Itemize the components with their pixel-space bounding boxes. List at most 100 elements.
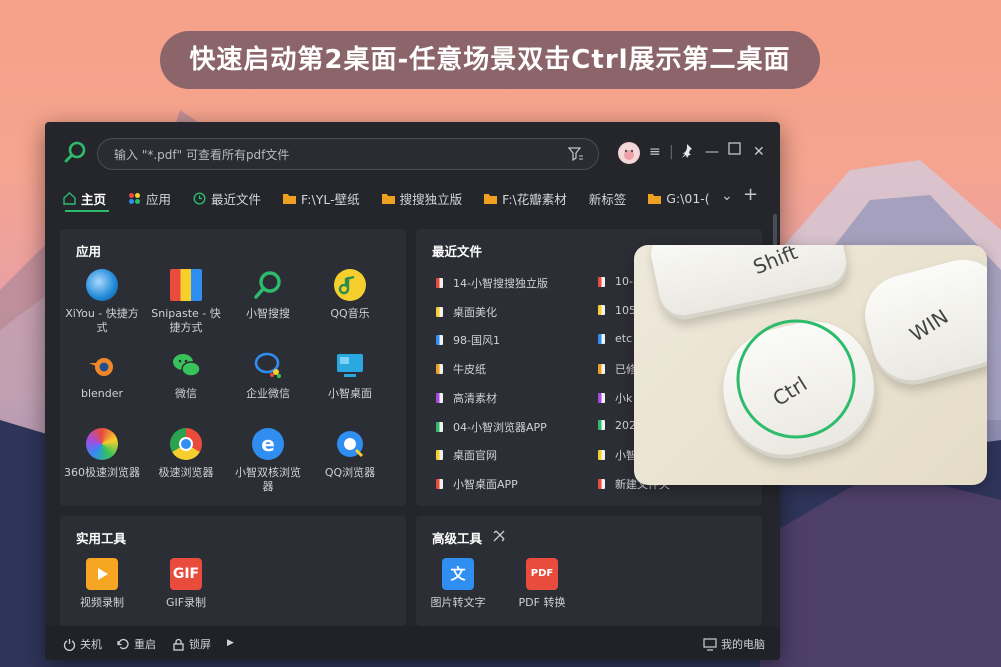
recent-file-name: 小k: [615, 391, 633, 405]
file-icon: [436, 306, 443, 317]
folder-icon: [484, 193, 498, 204]
app-xiaozhi-desktop[interactable]: 小智桌面: [312, 349, 388, 401]
app-qq-browser[interactable]: QQ浏览器: [312, 428, 388, 480]
file-icon: [598, 364, 605, 375]
recent-file-name: 桌面美化: [453, 305, 497, 319]
app-label: 微信: [175, 387, 197, 400]
panel-title: 应用: [76, 244, 102, 259]
tool-label: 图片转文字: [430, 596, 486, 609]
app-dual-core-browser[interactable]: e 小智双核浏览器: [230, 428, 306, 494]
close-icon[interactable]: ✕: [753, 144, 765, 160]
file-icon: [598, 276, 605, 287]
recent-file-item[interactable]: 桌面官网: [436, 447, 497, 463]
recent-file-item[interactable]: 桌面美化: [436, 304, 497, 320]
recent-file-item[interactable]: etc: [598, 332, 632, 345]
folder-icon: [648, 193, 662, 204]
tools-panel: 实用工具 视频录制 GIF GIF录制: [60, 516, 406, 626]
app-fast-browser[interactable]: 极速浏览器: [148, 428, 224, 480]
restart-button[interactable]: 重启: [117, 636, 156, 652]
expand-arrow-icon[interactable]: ▶: [227, 638, 234, 648]
file-icon: [436, 335, 443, 346]
tool-pdf-convert[interactable]: PDF PDF 转换: [504, 558, 580, 610]
recent-file-item[interactable]: 105: [598, 304, 636, 317]
tab-new[interactable]: 新标签: [589, 186, 627, 210]
tool-video-record[interactable]: 视频录制: [64, 558, 140, 610]
recent-file-item[interactable]: 已修: [598, 361, 637, 377]
recent-file-item[interactable]: 04-小智浏览器APP: [436, 419, 547, 435]
ie-browser-icon: e: [252, 428, 284, 460]
tools-settings-icon[interactable]: [492, 528, 506, 547]
recent-file-item[interactable]: 202: [598, 419, 636, 432]
recent-file-item[interactable]: 14-小智搜搜独立版: [436, 275, 548, 291]
panel-title: 高级工具: [432, 531, 483, 546]
recent-file-name: 04-小智浏览器APP: [453, 420, 547, 434]
footer-label: 关机: [80, 638, 102, 651]
qqbrowser-icon: [334, 428, 366, 460]
video-record-icon: [86, 558, 118, 590]
tab-folder-huaban[interactable]: F:\花瓣素材: [484, 186, 567, 210]
tab-label: F:\花瓣素材: [502, 191, 567, 207]
app-qqmusic[interactable]: QQ音乐: [312, 269, 388, 321]
recent-file-item[interactable]: 10-: [598, 275, 633, 288]
tab-label: 最近文件: [211, 191, 262, 207]
footer-label: 锁屏: [189, 638, 211, 651]
file-icon: [436, 450, 443, 461]
ctrl-highlight-ring: [736, 319, 856, 439]
tab-home[interactable]: 主页: [63, 186, 106, 210]
maximize-icon[interactable]: [728, 142, 741, 159]
filter-icon[interactable]: [567, 146, 584, 165]
shift-key: Shift: [646, 245, 852, 324]
browser360-icon: [86, 428, 118, 460]
app-snipaste[interactable]: Snipaste - 快捷方式: [148, 269, 224, 335]
pdf-icon: PDF: [526, 558, 558, 590]
footer-label: 我的电脑: [721, 638, 765, 651]
pin-icon[interactable]: [681, 144, 693, 162]
tab-label: G:\01-(: [666, 190, 710, 206]
app-label: 小智双核浏览器: [235, 466, 301, 493]
recent-file-name: 202: [615, 418, 636, 432]
search-logo-icon[interactable]: [63, 140, 87, 168]
recent-file-item[interactable]: 小智: [598, 447, 637, 463]
avatar[interactable]: [618, 142, 640, 164]
tab-folder-search[interactable]: 搜搜独立版: [381, 186, 462, 210]
recent-file-name: 10-: [615, 275, 633, 288]
folder-icon: [283, 193, 297, 204]
recent-file-item[interactable]: 小k: [598, 390, 632, 406]
folder-icon: [381, 193, 395, 204]
key-label: WIN: [905, 304, 953, 347]
snipaste-icon: [170, 269, 202, 301]
chevron-down-icon[interactable]: ⌄: [721, 188, 733, 204]
search-input[interactable]: [112, 139, 556, 171]
app-blender[interactable]: blender: [64, 349, 140, 401]
tab-label: F:\YL-壁纸: [301, 191, 360, 207]
recent-file-item[interactable]: 牛皮纸: [436, 361, 486, 377]
recent-file-name: 105: [615, 303, 636, 317]
app-xiyou[interactable]: XiYou - 快捷方式: [64, 269, 140, 335]
tab-folder-g[interactable]: G:\01-(: [648, 186, 710, 210]
minimize-icon[interactable]: —: [705, 144, 719, 160]
app-wecom[interactable]: 企业微信: [230, 349, 306, 401]
lock-button[interactable]: 锁屏: [172, 636, 211, 652]
wechat-icon: [170, 349, 202, 381]
menu-icon[interactable]: ≡: [649, 144, 661, 160]
tab-recent[interactable]: 最近文件: [193, 186, 261, 210]
my-computer-button[interactable]: 我的电脑: [703, 636, 765, 652]
panel-title: 最近文件: [432, 244, 483, 259]
tab-folder-wallpaper[interactable]: F:\YL-壁纸: [283, 186, 360, 210]
add-tab-icon[interactable]: +: [743, 184, 758, 205]
tab-apps[interactable]: 应用: [128, 186, 171, 210]
desktop-app-icon: [334, 349, 366, 381]
recent-file-name: 14-小智搜搜独立版: [453, 277, 548, 290]
recent-file-item[interactable]: 高清素材: [436, 390, 497, 406]
shutdown-button[interactable]: 关机: [63, 636, 102, 652]
tool-ocr[interactable]: 文 图片转文字: [420, 558, 496, 610]
recent-file-item[interactable]: 小智桌面APP: [436, 476, 518, 492]
app-360-browser[interactable]: 360极速浏览器: [64, 428, 140, 480]
app-label: QQ浏览器: [324, 466, 376, 479]
app-xiaozhi-search[interactable]: 小智搜搜: [230, 269, 306, 321]
recent-file-item[interactable]: 98-国风1: [436, 332, 500, 348]
app-wechat[interactable]: 微信: [148, 349, 224, 401]
restart-icon: [117, 638, 130, 651]
tool-gif-record[interactable]: GIF GIF录制: [148, 558, 224, 610]
apps-icon: [128, 192, 141, 205]
